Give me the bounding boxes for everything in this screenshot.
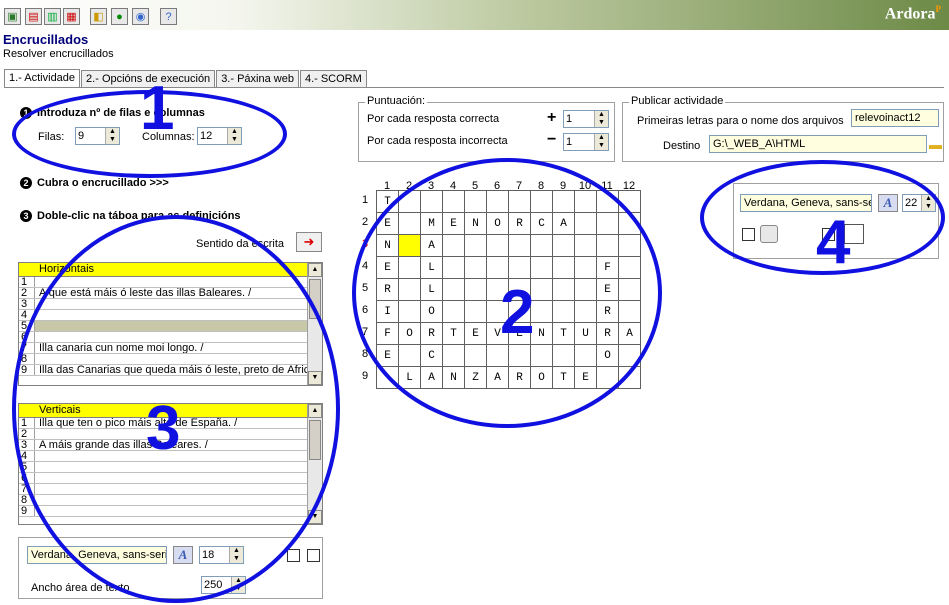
annotation-number-1: 1 (140, 74, 175, 143)
plus-icon: + (547, 109, 557, 126)
correct-points-value: 1 (566, 113, 573, 125)
destination-label: Destino (663, 140, 701, 152)
score-panel: Puntuación: Por cada resposta correcta +… (358, 95, 615, 162)
step2-label: Cubra o encrucillado >>> (37, 177, 169, 189)
help-icon[interactable]: ? (160, 8, 177, 25)
open-file-icon[interactable]: ▥ (44, 8, 61, 25)
vertical-row-number: 9 (19, 506, 35, 516)
scroll-up-icon[interactable]: ▲ (308, 263, 322, 277)
tab-scorm[interactable]: 4.- SCORM (299, 70, 367, 87)
correct-label: Por cada resposta correcta (367, 113, 500, 125)
annotation-number-3: 3 (146, 394, 181, 463)
prefix-input[interactable]: relevoinact12 (851, 109, 939, 127)
grid-row-number: 1 (362, 194, 369, 206)
spin-arrows-icon[interactable]: ▲ ▼ (594, 134, 608, 150)
toolbar: ▣ ▤ ▥ ▦ ◧ ● ◉ ? ArdoraP (0, 0, 949, 30)
incorrect-label: Por cada resposta incorrecta (367, 135, 508, 147)
bold-checkbox[interactable] (287, 549, 300, 562)
page-title: Encrucillados (3, 32, 89, 47)
prefix-label: Primeiras letras para o nome dos arquivo… (637, 115, 844, 127)
new-file-icon[interactable]: ▤ (25, 8, 42, 25)
folder-icon[interactable]: ▬ (929, 137, 942, 152)
annotation-number-4: 4 (816, 208, 851, 277)
horizontal-row-number: 2 (19, 288, 35, 298)
grid-row-number: 9 (362, 370, 369, 382)
step2-bullet: 2 (20, 177, 32, 190)
save-icon[interactable]: ▦ (63, 8, 80, 25)
tab-activity[interactable]: 1.- Actividade (4, 69, 81, 88)
destination-input[interactable]: G:\_WEB_A\HTML (709, 135, 927, 153)
spin-arrows-icon[interactable]: ▲ ▼ (594, 111, 608, 127)
annotation-number-2: 2 (500, 278, 535, 347)
incorrect-points-value: 1 (566, 136, 573, 148)
page-subtitle: Resolver encrucillados (3, 48, 114, 60)
correct-points-stepper[interactable]: 1 ▲ ▼ (563, 110, 609, 128)
globe-icon[interactable]: ● (111, 8, 128, 25)
publish-title: Publicar actividade (629, 95, 726, 107)
direction-arrow-icon[interactable]: ➜ (296, 232, 322, 252)
grid-row-number: 2 (362, 216, 369, 228)
step3-bullet: 3 (20, 210, 32, 223)
brand-logo: ArdoraP (884, 4, 941, 23)
horizontal-row-number: 1 (19, 277, 35, 287)
step2-heading: 2 Cubra o encrucillado >>> (20, 177, 169, 190)
publish-panel: Publicar actividade Primeiras letras par… (622, 95, 944, 162)
preview-icon[interactable]: ◉ (132, 8, 149, 25)
tab-web-page[interactable]: 3.- Páxina web (216, 70, 299, 87)
exit-icon[interactable]: ▣ (4, 8, 21, 25)
score-title: Puntuación: (365, 95, 428, 107)
export-icon[interactable]: ◧ (90, 8, 107, 25)
minus-icon: − (547, 131, 557, 148)
italic-checkbox[interactable] (307, 549, 320, 562)
incorrect-points-stepper[interactable]: 1 ▲ ▼ (563, 133, 609, 151)
tab-bar: 1.- Actividade 2.- Opcións de execución … (4, 69, 368, 88)
horizontal-row-number: 3 (19, 299, 35, 309)
